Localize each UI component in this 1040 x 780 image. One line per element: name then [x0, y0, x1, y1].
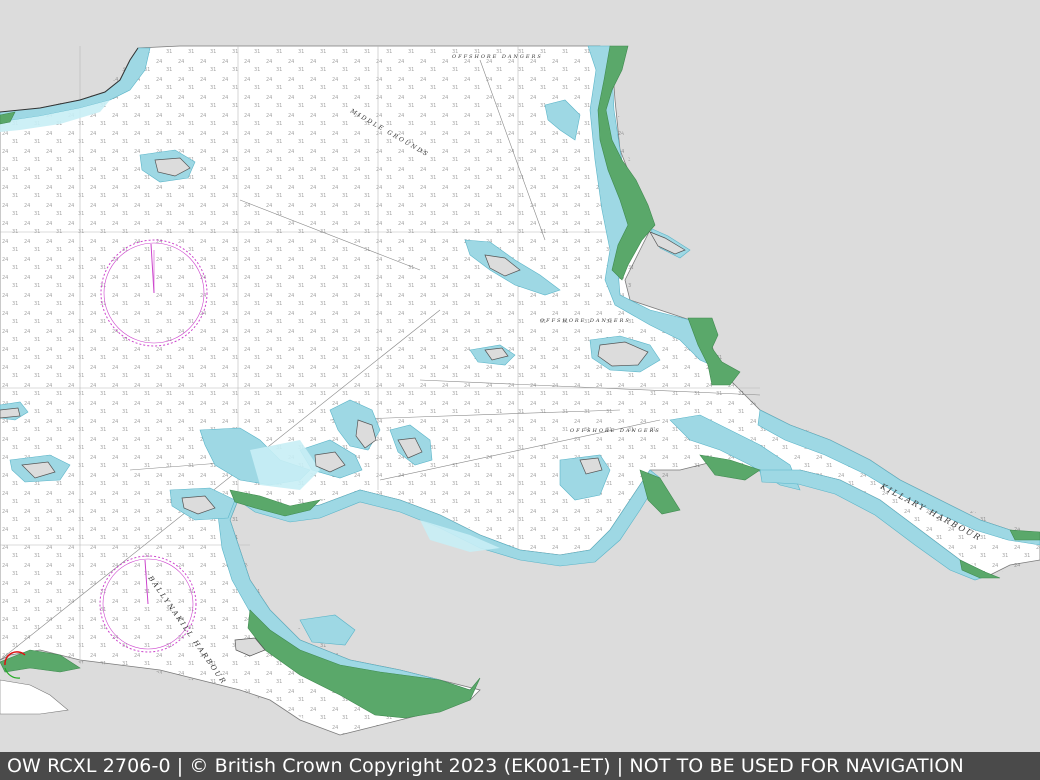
chart-canvas: 24 31 — [0, 45, 1040, 736]
label-offshore-dangers-2: OFFSHORE DANGERS — [540, 318, 631, 324]
soundings-texture — [0, 46, 1040, 735]
nautical-chart-view[interactable]: 24 31 — [0, 0, 1040, 752]
label-offshore-dangers-3: OFFSHORE DANGERS — [570, 428, 661, 434]
land-block-bottom-left — [0, 679, 69, 715]
footer-text: OW RCXL 2706-0 | © British Crown Copyrig… — [7, 755, 964, 777]
copyright-footer: OW RCXL 2706-0 | © British Crown Copyrig… — [0, 752, 1040, 780]
label-offshore-dangers-1: OFFSHORE DANGERS — [452, 54, 543, 60]
